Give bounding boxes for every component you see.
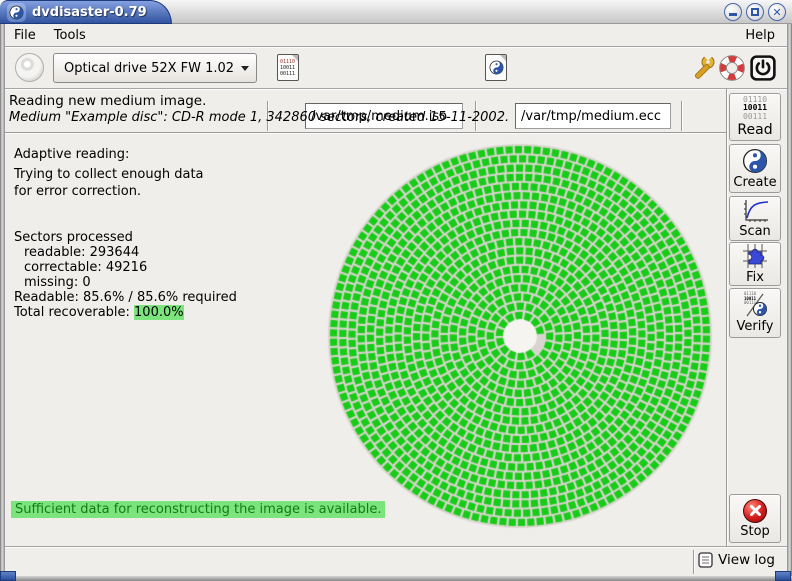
verify-button-label: Verify bbox=[737, 319, 774, 334]
disc-spiral-visualization bbox=[318, 134, 722, 538]
sectors-readable: readable: 293644 bbox=[24, 245, 139, 260]
yin-yang-icon bbox=[742, 148, 768, 174]
view-log-button[interactable]: View log bbox=[698, 552, 775, 568]
optical-drive-icon bbox=[15, 53, 44, 82]
menu-file[interactable]: File bbox=[5, 26, 45, 45]
drive-selector[interactable]: Optical drive 52X FW 1.02 bbox=[53, 53, 257, 83]
minimize-button[interactable] bbox=[724, 3, 742, 21]
sectors-correctable: correctable: 49216 bbox=[24, 260, 147, 275]
medium-info: Medium "Example disc": CD-R mode 1, 3428… bbox=[9, 110, 509, 125]
scan-chart-icon bbox=[741, 199, 769, 223]
lifesaver-icon bbox=[719, 55, 745, 81]
stop-button-label: Stop bbox=[740, 524, 770, 539]
titlebar[interactable]: dvdisaster-0.79 ✕ bbox=[0, 0, 792, 24]
menu-tools[interactable]: Tools bbox=[45, 26, 95, 45]
preferences-button[interactable] bbox=[689, 54, 716, 85]
scan-button-label: Scan bbox=[739, 224, 771, 239]
puzzle-piece-icon bbox=[740, 243, 770, 269]
sectors-missing: missing: 0 bbox=[24, 275, 91, 290]
maximize-button[interactable] bbox=[746, 3, 764, 21]
recoverable-summary: Total recoverable: 100.0% bbox=[14, 305, 184, 320]
stop-button[interactable]: Stop bbox=[729, 494, 781, 543]
read-button-label: Read bbox=[737, 122, 772, 138]
wrench-icon bbox=[689, 54, 716, 81]
separator bbox=[726, 89, 728, 546]
binary-icon: 01110 10011 00111 bbox=[743, 96, 767, 122]
reading-description: for error correction. bbox=[14, 184, 141, 199]
verify-button[interactable]: 01110 10011 00111 Verify bbox=[729, 288, 781, 338]
window-border-right[interactable] bbox=[787, 24, 792, 581]
toolbar-separator bbox=[681, 101, 683, 131]
ecc-file-input[interactable] bbox=[515, 103, 671, 129]
window-border-bottom[interactable] bbox=[0, 576, 792, 581]
page-fold bbox=[500, 55, 506, 61]
ecc-file-icon bbox=[485, 54, 507, 81]
scan-button[interactable]: Scan bbox=[729, 196, 781, 241]
verify-icon: 01110 10011 00111 bbox=[741, 292, 769, 318]
view-log-label: View log bbox=[718, 552, 775, 568]
log-list-icon bbox=[698, 552, 713, 568]
sectors-heading: Sectors processed bbox=[14, 230, 133, 245]
create-button-label: Create bbox=[733, 175, 776, 190]
power-icon bbox=[750, 55, 776, 81]
status-message: Reading new medium image. bbox=[9, 93, 206, 109]
drive-selector-value: Optical drive 52X FW 1.02 bbox=[54, 61, 234, 76]
toolbar: Optical drive 52X FW 1.02 01110 10011 00… bbox=[5, 48, 787, 89]
quit-button[interactable] bbox=[750, 55, 776, 85]
fix-button-label: Fix bbox=[746, 270, 764, 285]
menu-help[interactable]: Help bbox=[733, 26, 787, 45]
minimize-icon bbox=[729, 13, 737, 16]
read-button[interactable]: 01110 10011 00111 Read bbox=[729, 93, 781, 141]
maximize-icon bbox=[751, 8, 759, 16]
help-button[interactable] bbox=[719, 55, 745, 85]
page-fold bbox=[292, 55, 298, 61]
reading-description: Trying to collect enough data bbox=[14, 167, 204, 182]
window-border-left[interactable] bbox=[0, 24, 5, 581]
app-logo-icon bbox=[7, 3, 26, 22]
menubar: File Tools Help bbox=[5, 25, 787, 47]
create-button[interactable]: Create bbox=[729, 144, 781, 193]
chevron-down-icon bbox=[241, 66, 249, 75]
reading-mode-heading: Adaptive reading: bbox=[14, 147, 129, 162]
app-window: dvdisaster-0.79 ✕ File Tools Help Optica… bbox=[0, 0, 792, 581]
image-file-icon: 01110 10011 00111 bbox=[277, 54, 299, 81]
close-icon: ✕ bbox=[772, 6, 781, 19]
statusbar: View log bbox=[5, 546, 787, 576]
window-title: dvdisaster-0.79 bbox=[32, 5, 147, 20]
separator bbox=[693, 550, 695, 574]
stop-icon bbox=[743, 499, 767, 523]
titlebar-tab[interactable]: dvdisaster-0.79 bbox=[0, 0, 172, 24]
recoverable-value: 100.0% bbox=[134, 305, 184, 320]
fix-button[interactable]: Fix bbox=[729, 242, 781, 286]
readable-summary: Readable: 85.6% / 85.6% required bbox=[14, 290, 237, 305]
close-button[interactable]: ✕ bbox=[768, 3, 786, 21]
